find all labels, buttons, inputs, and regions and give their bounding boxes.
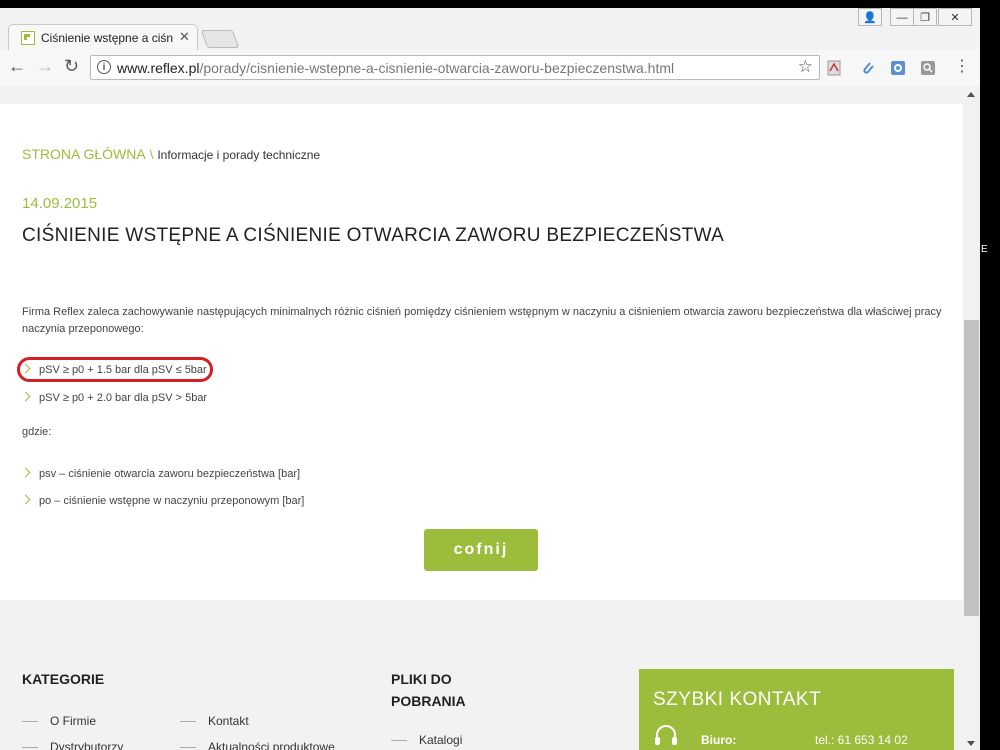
dash-icon xyxy=(391,740,407,742)
reflex-favicon-icon xyxy=(21,31,35,45)
office-label: Biuro: xyxy=(701,733,737,747)
profile-button[interactable]: 👤 xyxy=(858,8,882,26)
tab-close-icon[interactable]: ✕ xyxy=(179,29,190,45)
office-phone[interactable]: tel.: 61 653 14 02 xyxy=(815,733,908,747)
back-button[interactable]: cofnij xyxy=(424,529,538,571)
address-bar[interactable]: i www.reflex.pl/porady/cisnienie-wstepne… xyxy=(90,55,820,80)
chevron-right-icon xyxy=(20,467,31,478)
definition-text: psv – ciśnienie otwarcia zaworu bezpiecz… xyxy=(39,468,301,480)
scroll-up-arrow-icon[interactable] xyxy=(967,92,975,97)
new-tab-button[interactable] xyxy=(200,30,240,48)
downloads-heading-line: POBRANIA xyxy=(391,693,466,709)
maximize-button[interactable]: ❐ xyxy=(913,8,937,26)
breadcrumb-separator: \ xyxy=(149,147,154,162)
footer-link[interactable]: Dystrybutorzy xyxy=(22,740,123,750)
minimize-button[interactable]: — xyxy=(890,8,914,26)
close-window-button[interactable]: ✕ xyxy=(938,8,972,26)
downloads-heading: PLIKI DO POBRANIA xyxy=(391,668,466,712)
browser-window: Ciśnienie wstępne a ciśnie ✕ 👤 — ❐ ✕ ← →… xyxy=(0,8,980,750)
page-title: CIŚNIENIE WSTĘPNE A CIŚNIENIE OTWARCIA Z… xyxy=(22,225,725,246)
list-item: psv – ciśnienie otwarcia zaworu bezpiecz… xyxy=(20,467,301,480)
article-intro: Firma Reflex zaleca zachowywanie następu… xyxy=(22,306,942,335)
pdf-extension-icon[interactable] xyxy=(826,60,842,76)
list-item: pSV ≥ p0 + 2.0 bar dla pSV > 5bar xyxy=(20,391,208,404)
url-text[interactable]: www.reflex.pl/porady/cisnienie-wstepne-a… xyxy=(117,60,674,76)
forward-arrow-icon[interactable]: → xyxy=(36,56,54,77)
breadcrumb-current[interactable]: Informacje i porady techniczne xyxy=(157,148,320,162)
bookmark-star-icon[interactable]: ☆ xyxy=(798,57,813,77)
chevron-right-icon xyxy=(20,391,31,402)
footer-link-label: Kontakt xyxy=(208,714,249,728)
dash-icon xyxy=(180,747,196,749)
breadcrumb: STRONA GŁÓWNA \ Informacje i porady techni… xyxy=(22,146,320,162)
dash-icon xyxy=(22,721,38,723)
list-item: po – ciśnienie wstępne w naczyniu przepo… xyxy=(20,494,305,507)
breadcrumb-home-link[interactable]: STRONA GŁÓWNA xyxy=(22,146,146,162)
menu-kebab-icon[interactable]: ⋮ xyxy=(954,56,970,76)
back-arrow-icon[interactable]: ← xyxy=(8,56,26,77)
footer-link[interactable]: O Firmie xyxy=(22,714,96,728)
footer-link-label: Dystrybutorzy xyxy=(50,740,124,750)
footer: KATEGORIE O Firmie Dystrybutorzy Kontakt… xyxy=(0,600,963,750)
search-extension-icon[interactable] xyxy=(920,60,936,76)
dash-icon xyxy=(180,721,196,723)
browser-toolbar: ← → ↻ i www.reflex.pl/porady/cisnienie-w… xyxy=(0,50,980,87)
header-strip xyxy=(0,86,963,104)
background-artifact: E xyxy=(981,244,988,255)
where-label: gdzie: xyxy=(22,426,52,438)
scroll-down-arrow-icon[interactable] xyxy=(967,741,975,746)
url-path: /porady/cisnienie-wstepne-a-cisnienie-ot… xyxy=(199,60,675,76)
url-host: www.reflex.pl xyxy=(117,60,200,76)
clip-extension-icon[interactable] xyxy=(860,60,876,76)
vertical-scrollbar[interactable] xyxy=(963,86,980,750)
footer-link[interactable]: Kontakt xyxy=(180,714,249,728)
downloads-heading-line: PLIKI DO xyxy=(391,671,452,687)
tab-strip: Ciśnienie wstępne a ciśnie ✕ 👤 — ❐ ✕ xyxy=(0,8,980,51)
screenshot-extension-icon[interactable] xyxy=(890,60,906,76)
quick-contact-box: SZYBKI KONTAKT Biuro: tel.: 61 653 14 02 xyxy=(639,669,954,750)
definition-text: po – ciśnienie wstępne w naczyniu przepo… xyxy=(39,495,305,507)
tab-title: Ciśnienie wstępne a ciśnie xyxy=(41,31,173,45)
footer-link[interactable]: Aktualności produktowe xyxy=(180,740,335,750)
footer-link-label: Aktualności produktowe xyxy=(208,740,335,750)
reload-icon[interactable]: ↻ xyxy=(64,56,79,77)
dash-icon xyxy=(22,747,38,749)
article-date: 14.09.2015 xyxy=(22,195,98,212)
red-highlight-annotation xyxy=(17,357,213,382)
chevron-right-icon xyxy=(20,494,31,505)
scrollbar-thumb[interactable] xyxy=(964,320,979,616)
browser-tab[interactable]: Ciśnienie wstępne a ciśnie ✕ xyxy=(8,24,198,51)
page-content: STRONA GŁÓWNA \ Informacje i porady techni… xyxy=(0,86,963,750)
footer-link-label: Katalogi xyxy=(419,733,463,747)
info-icon[interactable]: i xyxy=(97,60,111,74)
rule-text: pSV ≥ p0 + 2.0 bar dla pSV > 5bar xyxy=(39,392,208,404)
footer-link[interactable]: Katalogi xyxy=(391,733,462,747)
categories-heading: KATEGORIE xyxy=(22,671,105,687)
quick-contact-title: SZYBKI KONTAKT xyxy=(653,689,822,710)
footer-link-label: O Firmie xyxy=(50,714,96,728)
headset-icon xyxy=(655,725,677,745)
